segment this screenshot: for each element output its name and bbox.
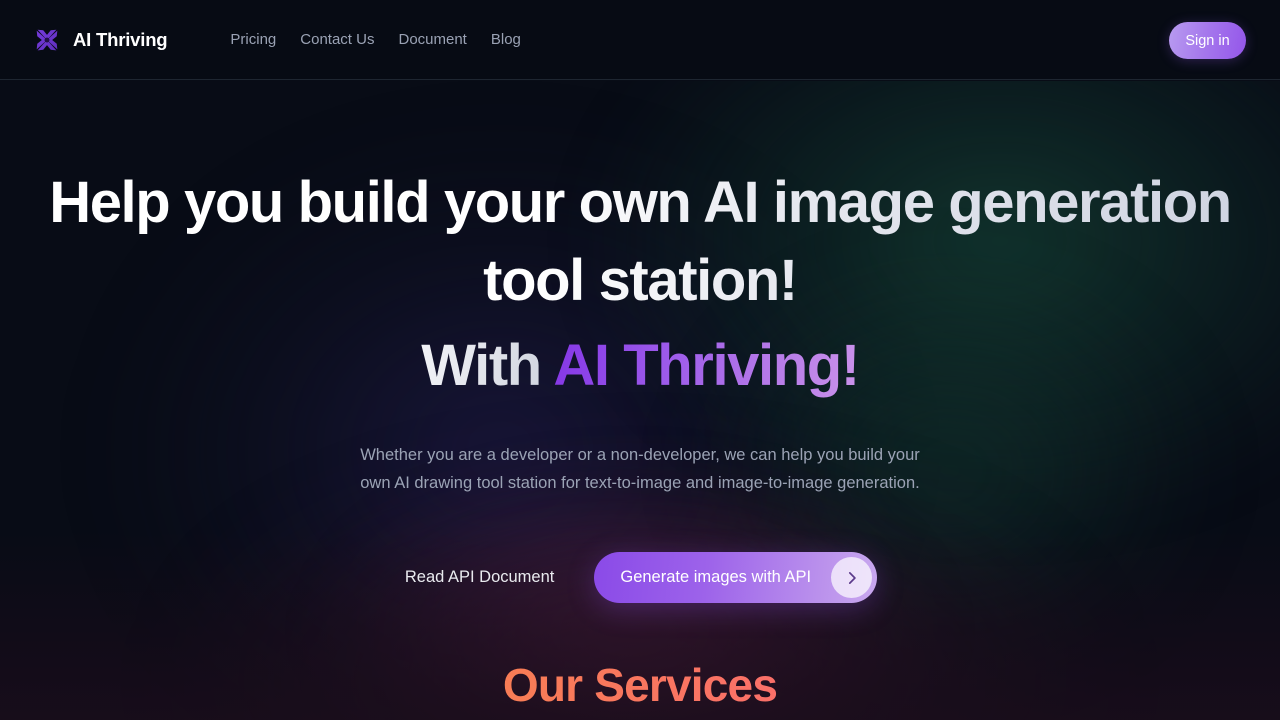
hero-headline-with: With bbox=[421, 333, 554, 398]
nav-item-contact-us[interactable]: Contact Us bbox=[288, 31, 386, 48]
main-nav: Pricing Contact Us Document Blog bbox=[218, 31, 532, 48]
hero-cta-row: Read API Document Generate images with A… bbox=[0, 552, 1280, 603]
starburst-x-icon bbox=[32, 25, 62, 55]
hero-headline-line-2: tool station! bbox=[0, 239, 1280, 323]
hero-section: Help you build your own AI image generat… bbox=[0, 81, 1280, 720]
brand-name: AI Thriving bbox=[73, 28, 168, 50]
nav-item-blog[interactable]: Blog bbox=[479, 31, 533, 48]
chevron-right-icon bbox=[831, 557, 873, 598]
nav-item-pricing[interactable]: Pricing bbox=[218, 31, 288, 48]
hero-content: Help you build your own AI image generat… bbox=[0, 161, 1280, 603]
read-api-document-button[interactable]: Read API Document bbox=[403, 560, 557, 595]
page-root: AI Thriving Pricing Contact Us Document … bbox=[0, 0, 1280, 720]
hero-subtitle: Whether you are a developer or a non-dev… bbox=[360, 446, 920, 492]
hero-headline-brand: AI Thriving! bbox=[553, 333, 860, 398]
hero-headline-line-3: With AI Thriving! bbox=[0, 325, 1280, 407]
hero-headline-line-1: Help you build your own AI image generat… bbox=[0, 161, 1280, 245]
generate-images-label: Generate images with API bbox=[620, 568, 812, 586]
nav-item-document[interactable]: Document bbox=[386, 31, 478, 48]
sign-in-button[interactable]: Sign in bbox=[1169, 22, 1246, 59]
generate-images-with-api-button[interactable]: Generate images with API bbox=[594, 552, 878, 603]
site-header: AI Thriving Pricing Contact Us Document … bbox=[0, 0, 1280, 80]
services-title: Our Services bbox=[0, 658, 1280, 720]
services-section: Our Services bbox=[0, 658, 1280, 720]
brand-logo[interactable]: AI Thriving bbox=[32, 25, 168, 55]
